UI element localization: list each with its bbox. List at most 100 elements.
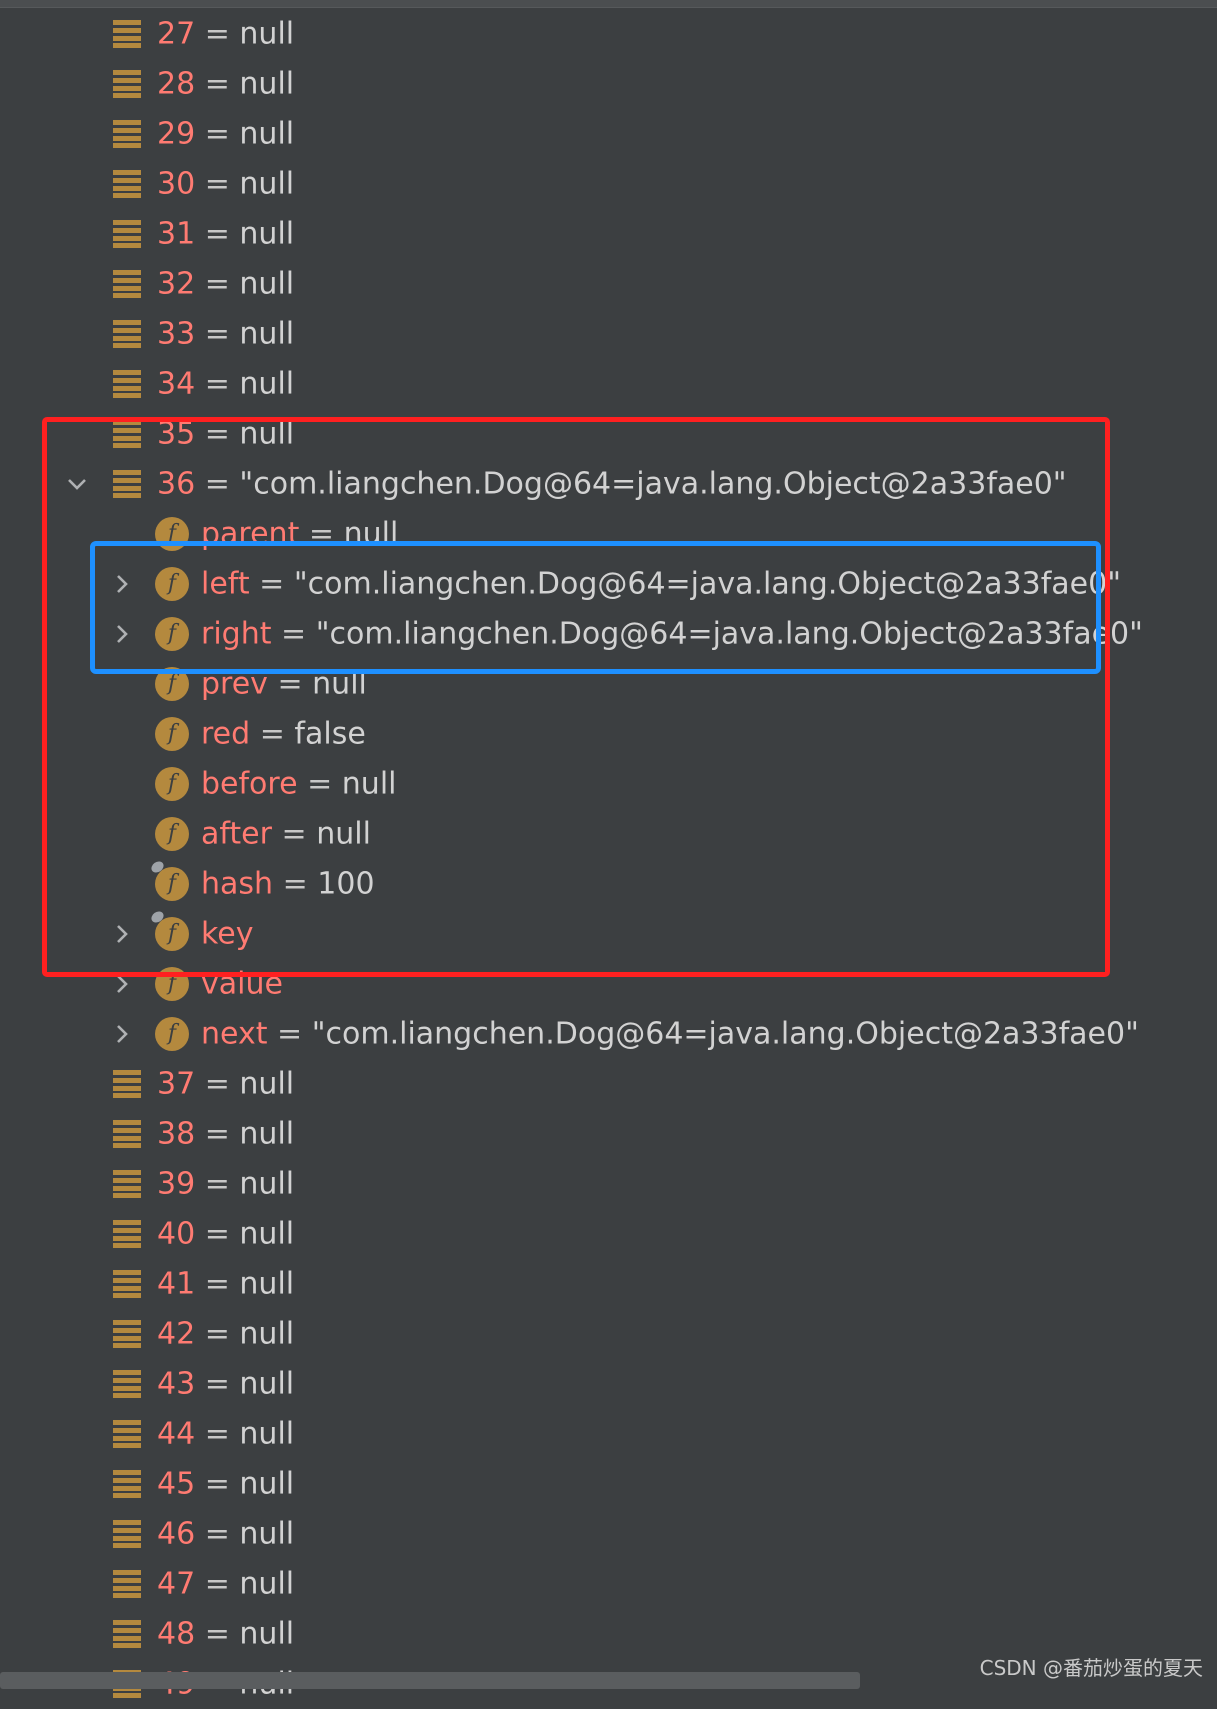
row-text: next = "com.liangchen.Dog@64=java.lang.O… (201, 1017, 1139, 1052)
equals-sign: = (204, 366, 230, 402)
array-icon (113, 1370, 141, 1398)
row-text: 38 = null (157, 1117, 294, 1152)
row-text: 41 = null (157, 1267, 294, 1302)
element-value: null (239, 266, 295, 302)
array-element-row[interactable]: 40 = null (0, 1209, 1217, 1259)
element-value: null (239, 1516, 295, 1552)
array-element-row[interactable]: 43 = null (0, 1359, 1217, 1409)
row-text: 32 = null (157, 267, 294, 302)
row-text: 42 = null (157, 1317, 294, 1352)
element-value: null (239, 366, 295, 402)
child-links-highlight-box (90, 541, 1101, 674)
equals-sign: = (204, 1366, 230, 1402)
array-element-row[interactable]: 41 = null (0, 1259, 1217, 1309)
field-name: next (201, 1016, 268, 1052)
array-icon (113, 1320, 141, 1348)
equals-sign: = (204, 1516, 230, 1552)
element-index: 41 (157, 1266, 196, 1302)
array-element-row[interactable]: 47 = null (0, 1559, 1217, 1609)
array-element-row[interactable]: 27 = null (0, 9, 1217, 59)
row-text: 45 = null (157, 1467, 294, 1502)
array-icon (113, 270, 141, 298)
element-value: null (239, 16, 295, 52)
row-text: 46 = null (157, 1517, 294, 1552)
array-element-row[interactable]: 34 = null (0, 359, 1217, 409)
array-icon (113, 1270, 141, 1298)
equals-sign: = (204, 1116, 230, 1152)
element-index: 28 (157, 66, 196, 102)
array-element-row[interactable]: 29 = null (0, 109, 1217, 159)
field-row-next[interactable]: f next = "com.liangchen.Dog@64=java.lang.… (0, 1009, 1217, 1059)
array-element-row[interactable]: 39 = null (0, 1159, 1217, 1209)
array-icon (113, 1420, 141, 1448)
element-index: 27 (157, 16, 196, 52)
array-element-row[interactable]: 44 = null (0, 1409, 1217, 1459)
array-element-row[interactable]: 45 = null (0, 1459, 1217, 1509)
element-value: null (239, 1366, 295, 1402)
element-value: null (239, 1166, 295, 1202)
element-value: null (239, 1066, 295, 1102)
row-text: 37 = null (157, 1067, 294, 1102)
element-value: null (239, 66, 295, 102)
element-index: 34 (157, 366, 196, 402)
array-element-row[interactable]: 37 = null (0, 1059, 1217, 1109)
element-index: 45 (157, 1466, 196, 1502)
element-index: 37 (157, 1066, 196, 1102)
element-value: null (239, 1466, 295, 1502)
array-icon (113, 320, 141, 348)
element-index: 46 (157, 1516, 196, 1552)
array-icon (113, 1120, 141, 1148)
array-element-row[interactable]: 28 = null (0, 59, 1217, 109)
element-value: null (239, 1116, 295, 1152)
array-element-row[interactable]: 38 = null (0, 1109, 1217, 1159)
equals-sign: = (204, 1216, 230, 1252)
row-text: 43 = null (157, 1367, 294, 1402)
element-index: 33 (157, 316, 196, 352)
element-index: 40 (157, 1216, 196, 1252)
array-icon (113, 370, 141, 398)
element-value: null (239, 216, 295, 252)
array-icon (113, 1620, 141, 1648)
row-text: 30 = null (157, 167, 294, 202)
array-element-row[interactable]: 31 = null (0, 209, 1217, 259)
row-text: 48 = null (157, 1617, 294, 1652)
array-icon (113, 120, 141, 148)
row-text: 33 = null (157, 317, 294, 352)
equals-sign: = (204, 16, 230, 52)
equals-sign: = (204, 1466, 230, 1502)
array-element-row[interactable]: 30 = null (0, 159, 1217, 209)
array-icon (113, 170, 141, 198)
horizontal-scrollbar[interactable] (0, 1672, 860, 1689)
equals-sign: = (204, 1266, 230, 1302)
equals-sign: = (204, 1166, 230, 1202)
array-element-row[interactable]: 46 = null (0, 1509, 1217, 1559)
array-icon (113, 220, 141, 248)
array-icon (113, 20, 141, 48)
equals-sign: = (204, 116, 230, 152)
array-element-row[interactable]: 33 = null (0, 309, 1217, 359)
row-text: 29 = null (157, 117, 294, 152)
field-value: "com.liangchen.Dog@64=java.lang.Object@2… (311, 1016, 1139, 1052)
element-index: 44 (157, 1416, 196, 1452)
equals-sign: = (204, 316, 230, 352)
element-index: 47 (157, 1566, 196, 1602)
element-value: null (239, 1566, 295, 1602)
element-index: 38 (157, 1116, 196, 1152)
element-index: 31 (157, 216, 196, 252)
array-icon (113, 1570, 141, 1598)
watermark: CSDN @番茄炒蛋的夏天 (979, 1656, 1203, 1680)
chevron-right-icon[interactable] (111, 1023, 133, 1045)
array-element-row[interactable]: 42 = null (0, 1309, 1217, 1359)
equals-sign: = (204, 66, 230, 102)
field-icon: f (155, 1017, 189, 1051)
element-index: 29 (157, 116, 196, 152)
equals-sign: = (204, 1566, 230, 1602)
element-value: null (239, 116, 295, 152)
equals-sign: = (204, 1416, 230, 1452)
array-icon (113, 1070, 141, 1098)
row-text: 28 = null (157, 67, 294, 102)
array-icon (113, 1170, 141, 1198)
array-element-row[interactable]: 32 = null (0, 259, 1217, 309)
equals-sign: = (277, 1016, 303, 1052)
element-value: null (239, 1616, 295, 1652)
